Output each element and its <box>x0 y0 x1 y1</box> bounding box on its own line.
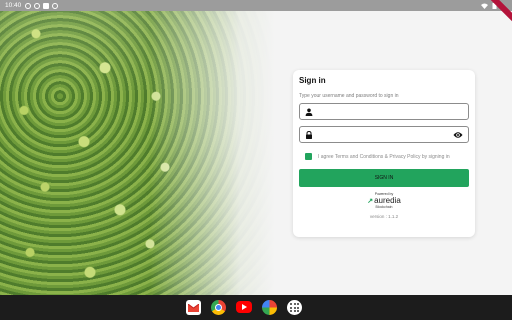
terms-agreement: I agree Terms and Conditions & Privacy P… <box>299 153 469 161</box>
username-field[interactable] <box>299 103 469 120</box>
brand-subtitle: Blockchain <box>375 205 393 209</box>
gmail-icon[interactable] <box>186 300 201 315</box>
visibility-toggle-icon[interactable] <box>453 131 463 139</box>
terms-label[interactable]: I agree Terms and Conditions & Privacy P… <box>318 153 450 161</box>
app-drawer-icon[interactable] <box>287 300 302 315</box>
version-label: version : 1.1.2 <box>369 214 399 219</box>
notification-icon <box>25 2 32 9</box>
brand-name: auredia <box>374 196 401 205</box>
status-time: 10:40 <box>5 2 22 9</box>
password-field[interactable] <box>299 126 469 143</box>
login-screen: Sign in Type your username and password … <box>0 11 512 295</box>
signin-button[interactable]: SIGN IN <box>299 169 469 187</box>
status-bar: 10:40 <box>0 0 512 11</box>
chrome-icon[interactable] <box>211 300 226 315</box>
password-input[interactable] <box>318 131 453 138</box>
notification-icon <box>34 2 41 9</box>
username-input[interactable] <box>318 108 463 115</box>
signin-title: Sign in <box>299 76 326 85</box>
lock-icon <box>306 130 312 139</box>
terms-checkbox[interactable] <box>305 153 312 160</box>
storage-icon <box>43 2 50 9</box>
brand-logo: ↗ auredia <box>299 196 469 205</box>
signin-subtitle: Type your username and password to sign … <box>299 93 399 99</box>
signin-card: Sign in Type your username and password … <box>293 70 475 237</box>
photos-icon[interactable] <box>262 300 277 315</box>
youtube-icon[interactable] <box>236 301 252 313</box>
brand-mark-icon: ↗ <box>367 197 374 205</box>
taskbar <box>0 295 512 320</box>
wifi-icon <box>481 3 488 9</box>
person-icon <box>305 108 313 116</box>
notification-icon <box>52 2 59 9</box>
